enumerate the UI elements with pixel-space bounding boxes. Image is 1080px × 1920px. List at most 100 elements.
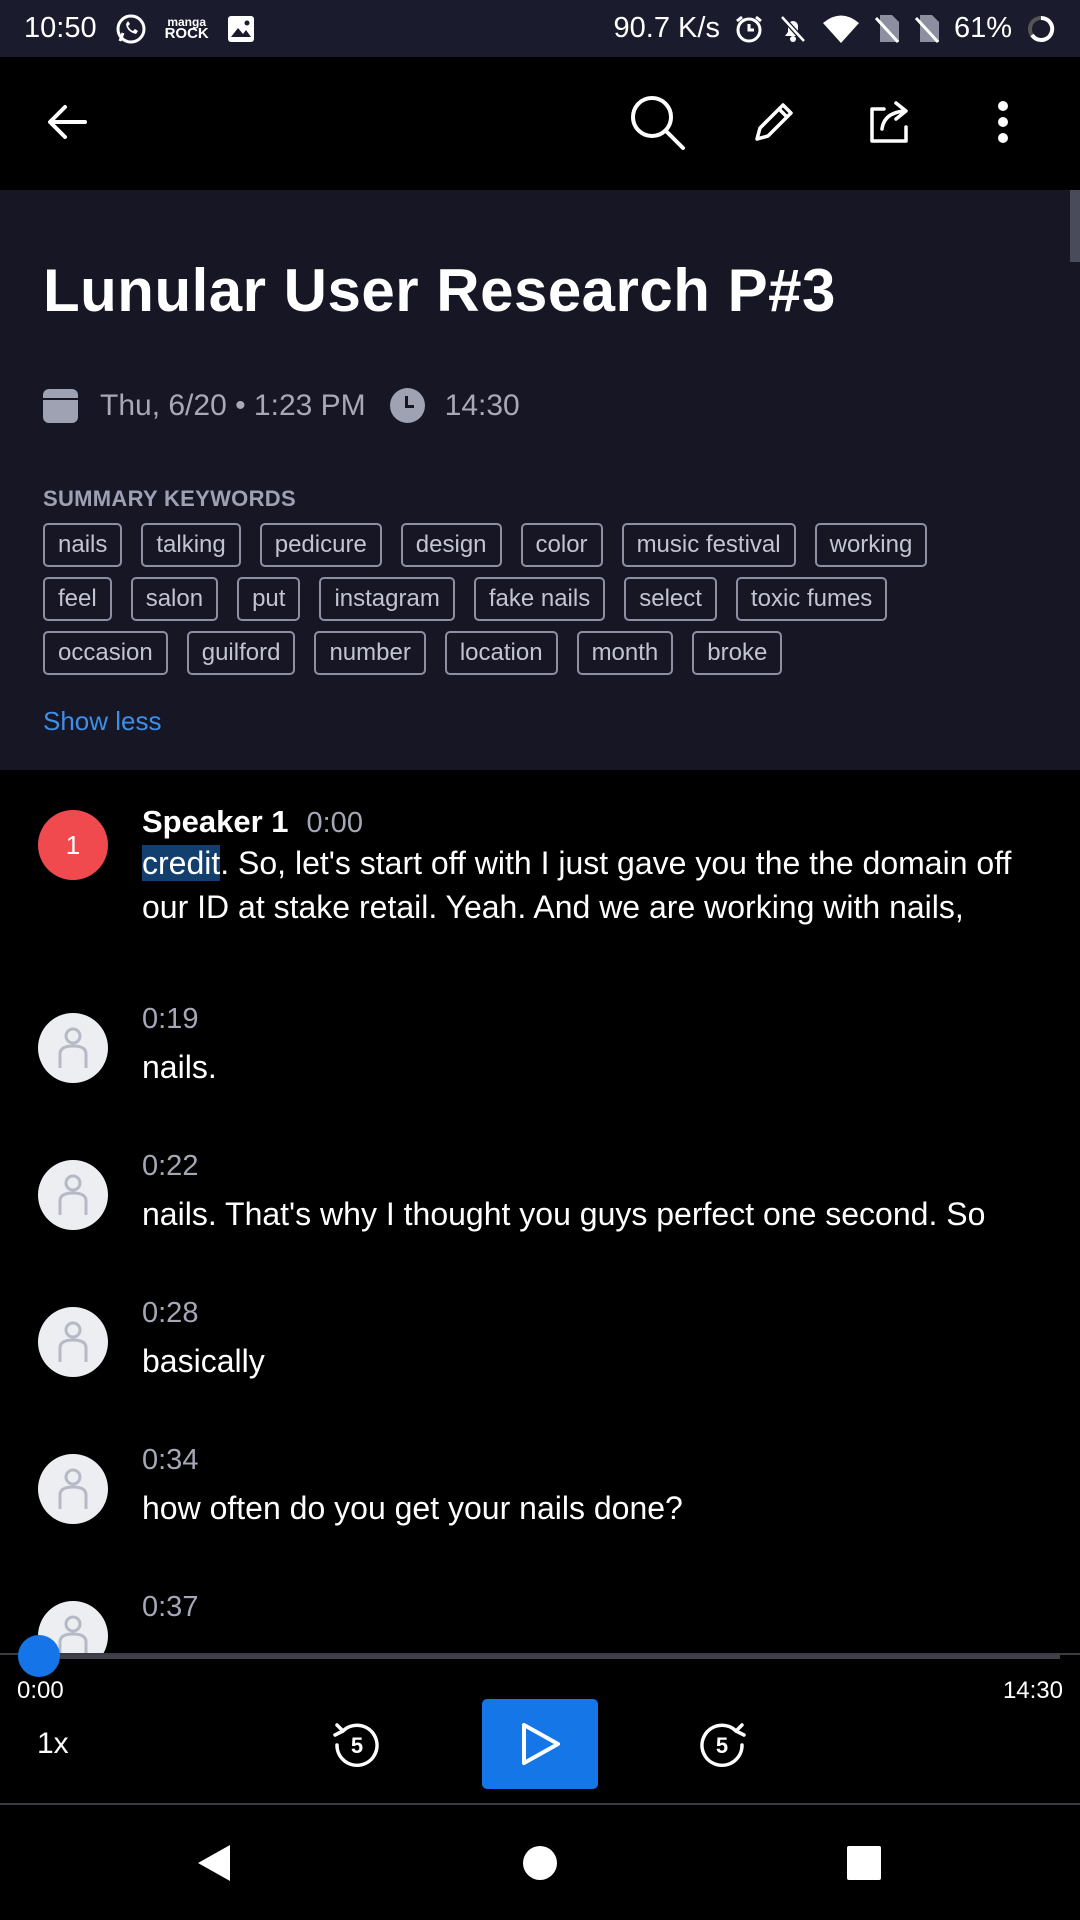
- keyword-chip[interactable]: fake nails: [473, 577, 606, 621]
- highlighted-word[interactable]: credit: [142, 845, 221, 881]
- transcript-text[interactable]: nails.: [142, 1045, 1042, 1089]
- keyword-chip[interactable]: color: [520, 523, 603, 567]
- whatsapp-icon: [115, 13, 147, 45]
- rewind-5-icon: 5: [333, 1723, 379, 1767]
- person-icon: [58, 1174, 88, 1215]
- nav-recents-icon: [847, 1846, 881, 1880]
- search-button[interactable]: [625, 90, 689, 154]
- keyword-chip[interactable]: design: [400, 523, 502, 567]
- keyword-row: feel salon put instagram fake nails select tox…: [43, 577, 1043, 621]
- speaker-name[interactable]: Speaker 1: [142, 804, 289, 840]
- system-nav-bar: [0, 1805, 1080, 1920]
- recording-duration: 14:30: [444, 388, 520, 422]
- transcript[interactable]: 1 Speaker 1 0:00 credit. So, let's start…: [0, 770, 1080, 1653]
- keyword-chip[interactable]: select: [624, 577, 717, 621]
- image-icon: [227, 15, 255, 43]
- back-button[interactable]: [35, 90, 99, 154]
- clock-icon: [389, 388, 425, 423]
- play-button[interactable]: [482, 1699, 598, 1789]
- seek-bar[interactable]: [18, 1635, 1060, 1677]
- status-time: 10:50: [24, 12, 97, 44]
- recording-meta: Thu, 6/20 • 1:23 PM 14:30: [43, 388, 520, 423]
- alarm-icon: [734, 14, 764, 44]
- share-button[interactable]: [857, 90, 921, 154]
- no-sim-icon: [874, 14, 900, 44]
- search-icon: [631, 96, 685, 150]
- timestamp[interactable]: 0:28: [142, 1297, 198, 1330]
- keyword-chip[interactable]: salon: [130, 577, 219, 621]
- play-icon: [522, 1723, 560, 1765]
- transcript-text[interactable]: credit. So, let's start off with I just …: [142, 841, 1042, 929]
- keyword-chip[interactable]: instagram: [319, 577, 455, 621]
- show-less-link[interactable]: Show less: [43, 706, 162, 737]
- playback-speed-button[interactable]: 1x: [37, 1727, 69, 1761]
- timestamp[interactable]: 0:22: [142, 1150, 198, 1183]
- person-icon: [58, 1615, 88, 1653]
- battery-percent: 61%: [953, 12, 1012, 44]
- timestamp[interactable]: 0:34: [142, 1444, 198, 1477]
- nav-back-button[interactable]: [186, 1835, 242, 1891]
- speaker-badge[interactable]: 1: [38, 810, 108, 880]
- rewind-5-button[interactable]: 5: [329, 1717, 385, 1773]
- keyword-chip[interactable]: occasion: [43, 631, 168, 675]
- keyword-chips: nails talking pedicure design color music fes…: [43, 523, 1043, 685]
- no-sim-icon: [914, 14, 940, 44]
- rock-label: ROCK: [164, 25, 209, 42]
- transcript-text[interactable]: basically: [142, 1339, 1042, 1383]
- edit-pencil-icon: [755, 103, 793, 141]
- timestamp[interactable]: 0:37: [142, 1591, 198, 1624]
- nav-home-icon: [523, 1846, 557, 1880]
- keyword-chip[interactable]: location: [444, 631, 558, 675]
- speaker-avatar[interactable]: [38, 1454, 108, 1524]
- current-time: 0:00: [17, 1677, 64, 1704]
- network-speed: 90.7 K/s: [613, 12, 720, 44]
- speaker-avatar[interactable]: [38, 1013, 108, 1083]
- battery-icon: [1026, 14, 1056, 44]
- speaker-avatar[interactable]: [38, 1160, 108, 1230]
- wifi-icon: [822, 14, 860, 44]
- keyword-chip[interactable]: broke: [692, 631, 783, 675]
- person-icon: [58, 1321, 88, 1362]
- svg-text:5: 5: [351, 1733, 363, 1758]
- scrollbar-thumb[interactable]: [1070, 190, 1080, 262]
- seek-knob[interactable]: [18, 1635, 60, 1677]
- edit-button[interactable]: [742, 90, 806, 154]
- page-title: Lunular User Research P#3: [43, 257, 836, 324]
- status-bar: 10:50 manga ROCK 90.7 K/s 61%: [0, 0, 1080, 57]
- forward-5-button[interactable]: 5: [694, 1717, 750, 1773]
- total-time: 14:30: [1002, 1677, 1063, 1704]
- keyword-chip[interactable]: talking: [141, 523, 241, 567]
- keyword-chip[interactable]: nails: [43, 523, 123, 567]
- transcript-text[interactable]: how often do you get your nails done?: [142, 1486, 1042, 1530]
- keyword-chip[interactable]: guilford: [186, 631, 296, 675]
- timestamp[interactable]: 0:00: [307, 807, 363, 840]
- person-icon: [58, 1027, 88, 1068]
- keyword-chip[interactable]: put: [237, 577, 301, 621]
- forward-5-icon: 5: [700, 1723, 746, 1767]
- svg-text:5: 5: [716, 1733, 728, 1758]
- timestamp[interactable]: 0:19: [142, 1003, 198, 1036]
- person-icon: [58, 1468, 88, 1509]
- more-options-button[interactable]: [971, 90, 1035, 154]
- keyword-chip[interactable]: month: [576, 631, 674, 675]
- share-icon: [870, 101, 908, 143]
- nav-back-icon: [198, 1845, 230, 1881]
- nav-home-button[interactable]: [512, 1835, 568, 1891]
- bell-off-icon: [778, 14, 808, 44]
- calendar-icon: [43, 388, 78, 423]
- speaker-avatar[interactable]: [38, 1307, 108, 1377]
- audio-player: 0:00 14:30 1x 5 5: [0, 1635, 1080, 1805]
- more-vert-icon: [998, 101, 1008, 143]
- keyword-chip[interactable]: pedicure: [259, 523, 382, 567]
- keyword-row: nails talking pedicure design color music fes…: [43, 523, 1043, 567]
- keyword-chip[interactable]: number: [314, 631, 426, 675]
- keyword-chip[interactable]: feel: [43, 577, 112, 621]
- keyword-chip[interactable]: toxic fumes: [735, 577, 888, 621]
- recording-date: Thu, 6/20 • 1:23 PM: [100, 388, 366, 422]
- keyword-chip[interactable]: music festival: [621, 523, 796, 567]
- manga-rock-icon: manga ROCK: [164, 16, 209, 42]
- transcript-text-rest[interactable]: . So, let's start off with I just gave y…: [142, 845, 1011, 925]
- keyword-chip[interactable]: working: [814, 523, 928, 567]
- nav-recents-button[interactable]: [836, 1835, 892, 1891]
- transcript-text[interactable]: nails. That's why I thought you guys per…: [142, 1192, 1042, 1236]
